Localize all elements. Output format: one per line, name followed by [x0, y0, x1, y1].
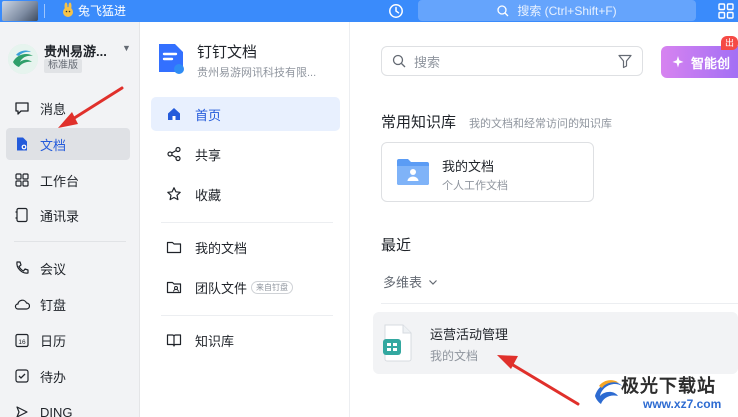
- recent-file-row[interactable]: 运营活动管理 我的文档: [373, 312, 738, 374]
- search-icon: [497, 4, 509, 16]
- watermark-url: www.xz7.com: [643, 397, 722, 411]
- docs-title: 钉钉文档: [197, 44, 258, 61]
- smart-create-button[interactable]: 智能创: [661, 46, 738, 78]
- docs-search-input[interactable]: 搜索: [381, 46, 643, 76]
- smart-create-label: 智能创: [691, 55, 731, 71]
- docs-nav-label: 收藏: [195, 187, 222, 203]
- avatar[interactable]: [2, 1, 38, 21]
- recent-file-name: 运营活动管理: [430, 327, 509, 342]
- nav-item-label: DING: [40, 404, 73, 417]
- org-title[interactable]: 贵州易游...: [44, 41, 114, 60]
- nav-item-drive[interactable]: 钉盘: [6, 288, 130, 320]
- nav-item-label: 待办: [40, 369, 67, 385]
- book-icon: [165, 331, 183, 349]
- filter-icon[interactable]: [617, 53, 633, 69]
- docs-search-placeholder: 搜索: [414, 54, 441, 70]
- nav-item-label: 日历: [40, 333, 67, 349]
- site-watermark: 极光下载站 www.xz7.com: [591, 370, 738, 417]
- source-tag: 来自钉盘: [251, 280, 294, 294]
- recent-file-location: 我的文档: [430, 349, 479, 363]
- dingtalk-docs-logo-icon: [159, 44, 184, 74]
- phone-icon: [14, 260, 30, 276]
- nav-item-label: 会议: [40, 261, 67, 277]
- docs-nav-divider: [161, 315, 333, 316]
- search-icon: [392, 54, 406, 68]
- nav-item-calendar[interactable]: 16 日历: [6, 324, 130, 356]
- share-icon: [165, 145, 183, 163]
- nav-item-docs[interactable]: 文档: [6, 128, 130, 160]
- plan-badge: 标准版: [44, 59, 82, 73]
- docs-nav-label: 我的文档: [195, 240, 248, 256]
- folder-icon: [397, 159, 429, 185]
- docs-org-subtitle: 贵州易游网讯科技有限...: [197, 67, 317, 79]
- ding-icon: [14, 404, 30, 417]
- kb-card-name: 我的文档: [442, 159, 495, 174]
- divider: [44, 4, 45, 18]
- left-nav: 贵州易游... ▼ 标准版 消息 文档 工作台 通讯录 会议 钉盘 16 日历 …: [0, 22, 140, 417]
- bitable-file-icon: [383, 324, 412, 362]
- nav-item-label: 消息: [40, 101, 67, 117]
- nav-item-ding[interactable]: DING: [6, 396, 130, 417]
- kb-section-subtitle: 我的文档和经常访问的知识库: [469, 118, 612, 130]
- home-icon: [165, 105, 183, 123]
- nav-item-meetings[interactable]: 会议: [6, 252, 130, 284]
- nav-item-workbench[interactable]: 工作台: [6, 164, 130, 196]
- docs-nav-label: 知识库: [195, 333, 235, 349]
- nav-item-label: 工作台: [40, 173, 80, 189]
- sparkle-icon: [672, 56, 684, 68]
- docs-main-panel: 搜索 智能创 出 常用知识库 我的文档和经常访问的知识库 我的文档 个人工作文档…: [351, 22, 738, 417]
- chevron-down-icon: [429, 279, 437, 285]
- docs-nav-knowledge-base[interactable]: 知识库: [151, 323, 340, 357]
- doc-type-filter-dropdown[interactable]: 多维表: [383, 272, 438, 291]
- watermark-logo-icon: [595, 380, 622, 404]
- docs-nav-label: 团队文件: [195, 280, 248, 296]
- org-switcher-label[interactable]: 兔飞猛进: [78, 3, 126, 19]
- kb-card-desc: 个人工作文档: [442, 180, 508, 192]
- document-icon: [14, 136, 30, 152]
- docs-nav-favorites[interactable]: 收藏: [151, 177, 340, 211]
- docs-sidebar: 钉钉文档 贵州易游网讯科技有限... 首页 共享 收藏 我的文档 团队文件 来自…: [141, 22, 350, 417]
- kb-section-title: 常用知识库: [381, 114, 457, 131]
- watermark-text: 极光下载站: [621, 376, 716, 396]
- history-icon[interactable]: [388, 3, 404, 19]
- doc-type-filter-label: 多维表: [383, 275, 423, 290]
- nav-item-label: 文档: [40, 137, 67, 153]
- docs-nav-home[interactable]: 首页: [151, 97, 340, 131]
- rabbit-icon: [63, 2, 73, 17]
- nav-item-contacts[interactable]: 通讯录: [6, 199, 130, 231]
- nav-item-label: 通讯录: [40, 208, 80, 224]
- docs-nav-label: 首页: [195, 107, 222, 123]
- org-logo-icon: [8, 44, 38, 74]
- recent-divider: [381, 303, 738, 304]
- nav-divider: [14, 241, 126, 242]
- recent-section-title: 最近: [381, 237, 412, 254]
- todo-check-icon: [14, 368, 30, 384]
- top-bar: 兔飞猛进 搜索 (Ctrl+Shift+F): [0, 0, 738, 22]
- folder-icon: [165, 238, 183, 256]
- docs-nav-shared[interactable]: 共享: [151, 137, 340, 171]
- apps-grid-icon[interactable]: [718, 3, 734, 19]
- docs-nav-team-files[interactable]: 团队文件 来自钉盘: [151, 270, 340, 304]
- nav-item-todo[interactable]: 待办: [6, 360, 130, 392]
- smart-badge: 出: [721, 36, 738, 50]
- team-folder-icon: [165, 278, 183, 296]
- contacts-icon: [14, 207, 30, 223]
- message-icon: [14, 100, 30, 116]
- org-logo[interactable]: [8, 44, 38, 74]
- workbench-grid-icon: [14, 172, 30, 188]
- nav-item-messages[interactable]: 消息: [6, 92, 130, 124]
- docs-nav-label: 共享: [195, 147, 222, 163]
- kb-card[interactable]: 我的文档 个人工作文档: [381, 142, 594, 202]
- docs-nav-my-docs[interactable]: 我的文档: [151, 230, 340, 264]
- svg-text:16: 16: [18, 339, 26, 346]
- calendar-icon: 16: [14, 332, 30, 348]
- cloud-icon: [14, 296, 30, 312]
- global-search-placeholder: 搜索 (Ctrl+Shift+F): [517, 4, 617, 18]
- caret-down-icon[interactable]: ▼: [122, 43, 131, 53]
- global-search-input[interactable]: 搜索 (Ctrl+Shift+F): [418, 0, 696, 21]
- star-icon: [165, 185, 183, 203]
- nav-item-label: 钉盘: [40, 297, 67, 313]
- docs-nav-divider: [161, 222, 333, 223]
